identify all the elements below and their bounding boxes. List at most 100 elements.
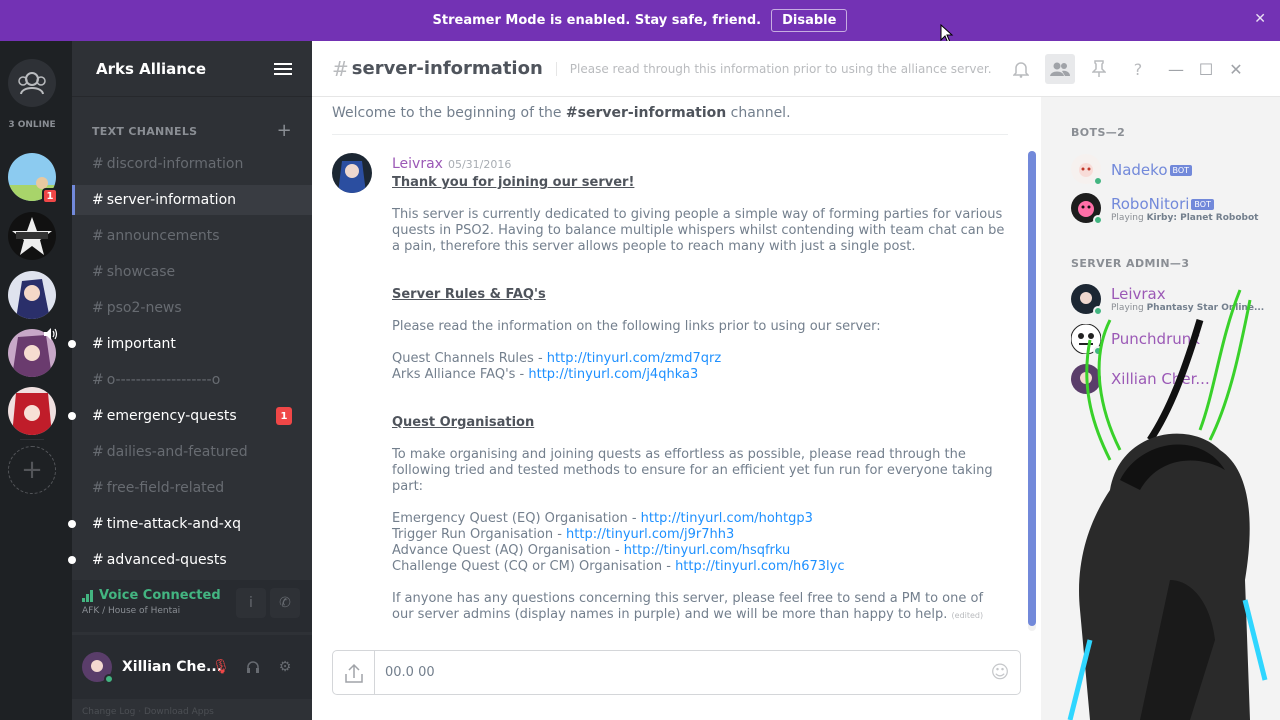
minimize-button[interactable]: —	[1166, 60, 1186, 79]
link-trigger-run[interactable]: http://tinyurl.com/j9r7hh3	[566, 527, 734, 542]
avatar	[1071, 154, 1103, 186]
discord-app: Streamer Mode is enabled. Stay safe, fri…	[0, 0, 1280, 720]
channel-emergency-quests[interactable]: # emergency-quests 1	[68, 401, 312, 431]
member-xillian[interactable]: Xillian Cher...	[1071, 361, 1271, 397]
text-channels-category[interactable]: TEXT CHANNELS +	[92, 122, 292, 140]
channel-name: pso2-news	[106, 300, 182, 316]
link-aq-organisation[interactable]: http://tinyurl.com/hsqfrku	[624, 543, 791, 558]
member-punchdrunk[interactable]: Punchdrunk	[1070, 321, 1271, 357]
chat-area: # server-information Please read through…	[312, 41, 1280, 720]
message-input[interactable]	[375, 665, 980, 680]
hash-icon: #	[92, 480, 104, 496]
welcome-suffix: channel.	[726, 105, 791, 121]
avatar[interactable]	[82, 652, 114, 684]
channel-name: important	[106, 336, 176, 352]
disconnect-icon: ✆	[279, 595, 291, 611]
online-status-dot	[1093, 306, 1103, 316]
server-icon-3[interactable]	[8, 271, 56, 319]
channel-o-o[interactable]: # o-------------------o	[72, 365, 312, 395]
leivrax-avatar-icon	[332, 153, 372, 193]
pinned-messages-button[interactable]	[1088, 58, 1110, 80]
channel-name: announcements	[106, 228, 220, 244]
add-server-button[interactable]: +	[8, 446, 56, 494]
member-leivrax[interactable]: Leivrax Playing Phantasy Star Online...	[1071, 281, 1271, 317]
info-icon: ⅰ	[249, 595, 253, 611]
member-robonitori[interactable]: RoboNitori BOT Playing Kirby: Planet Robo…	[1071, 190, 1271, 226]
welcome-channel: #server-information	[565, 105, 727, 121]
member-name: RoboNitori	[1111, 194, 1190, 213]
disable-streamer-mode-button[interactable]: Disable	[771, 9, 848, 32]
channel-discord-information[interactable]: # discord-information	[72, 149, 312, 179]
voice-status[interactable]: Voice Connected	[82, 588, 302, 603]
disconnect-button[interactable]: ✆	[270, 588, 300, 618]
link-arks-alliance-faq[interactable]: http://tinyurl.com/j4qhka3	[528, 367, 698, 382]
paragraph-4-text: If anyone has any questions concerning t…	[392, 591, 984, 622]
banner-text: Streamer Mode is enabled. Stay safe, fri…	[432, 13, 762, 28]
bots-header: BOTS—2	[1071, 126, 1126, 139]
link-label: Emergency Quest (EQ) Organisation -	[392, 511, 641, 526]
channel-advanced-quests[interactable]: # advanced-quests	[68, 545, 312, 575]
menu-icon[interactable]	[274, 60, 292, 78]
message-author[interactable]: Leivrax	[392, 156, 443, 172]
maximize-icon: ☐	[1198, 59, 1214, 79]
scrollbar-thumb[interactable]	[1028, 151, 1036, 626]
hash-icon: #	[92, 516, 104, 532]
close-window-icon: ✕	[1229, 59, 1243, 79]
emoji-picker-button[interactable]: ☺	[980, 662, 1020, 683]
server-rail: 3 ONLINE 1 +	[0, 41, 72, 720]
hash-icon: #	[92, 156, 104, 172]
server-icon-2[interactable]	[8, 212, 56, 260]
close-window-button[interactable]: ✕	[1226, 60, 1246, 79]
help-button[interactable]: ?	[1127, 58, 1149, 80]
link-cq-organisation[interactable]: http://tinyurl.com/h673lyc	[675, 559, 844, 574]
footer-links[interactable]: Change Log · Download Apps	[82, 707, 214, 717]
message-timestamp: 05/31/2016	[447, 158, 512, 171]
channel-welcome: Welcome to the beginning of the #server-…	[332, 97, 1008, 135]
server-icon-5[interactable]	[8, 387, 56, 435]
voice-info-button[interactable]: ⅰ	[236, 588, 266, 618]
upload-button[interactable]	[333, 651, 375, 694]
member-name: Punchdrunk	[1111, 330, 1200, 348]
channel-time-attack-and-xq[interactable]: # time-attack-and-xq	[68, 509, 312, 539]
user-settings-button[interactable]: ⚙	[270, 652, 300, 682]
hash-icon: #	[92, 372, 104, 388]
hash-icon: #	[92, 300, 104, 316]
message: Leivrax 05/31/2016 Thank you for joining …	[332, 153, 1008, 624]
channel-hash-icon: #	[332, 56, 349, 81]
channel-important[interactable]: # important	[68, 329, 312, 359]
channel-name: emergency-quests	[106, 408, 237, 424]
close-icon[interactable]: ✕	[1254, 11, 1266, 27]
bell-icon	[1013, 62, 1029, 78]
channel-showcase[interactable]: # showcase	[72, 257, 312, 287]
channel-pso2-news[interactable]: # pso2-news	[72, 293, 312, 323]
maximize-button[interactable]: ☐	[1196, 60, 1216, 79]
add-channel-icon[interactable]: +	[277, 122, 292, 140]
deafen-button[interactable]	[238, 652, 268, 682]
unread-indicator	[68, 340, 76, 348]
channel-free-field-related[interactable]: # free-field-related	[72, 473, 312, 503]
upload-icon	[344, 663, 363, 683]
playing-prefix: Playing	[1111, 303, 1147, 313]
voice-status-text: Voice Connected	[99, 588, 221, 603]
link-eq-organisation[interactable]: http://tinyurl.com/hohtgp3	[641, 511, 813, 526]
mute-button[interactable]: 🎙	[206, 652, 236, 682]
message-avatar[interactable]	[332, 153, 372, 193]
message-heading-2: Server Rules & FAQ's	[392, 287, 546, 302]
link-quest-channels-rules[interactable]: http://tinyurl.com/zmd7qrz	[547, 351, 721, 366]
member-nadeko[interactable]: Nadeko BOT	[1071, 151, 1271, 187]
notification-bell-button[interactable]	[1010, 58, 1032, 80]
server-header[interactable]: Arks Alliance	[72, 41, 312, 97]
link-label: Advance Quest (AQ) Organisation -	[392, 543, 624, 558]
link-line: Challenge Quest (CQ or CM) Organisation …	[392, 559, 1008, 575]
hash-icon: #	[92, 408, 104, 424]
channel-announcements[interactable]: # announcements	[72, 221, 312, 251]
channel-dailies-and-featured[interactable]: # dailies-and-featured	[72, 437, 312, 467]
friends-home-button[interactable]	[8, 59, 56, 107]
minimize-icon: —	[1168, 59, 1184, 79]
streamer-mode-banner: Streamer Mode is enabled. Stay safe, fri…	[0, 0, 1280, 41]
help-icon: ?	[1133, 59, 1143, 79]
member-name: Nadeko	[1111, 160, 1168, 179]
headphones-icon	[247, 661, 259, 673]
channel-server-information[interactable]: # server-information	[72, 185, 312, 215]
member-list-toggle[interactable]	[1045, 54, 1075, 84]
